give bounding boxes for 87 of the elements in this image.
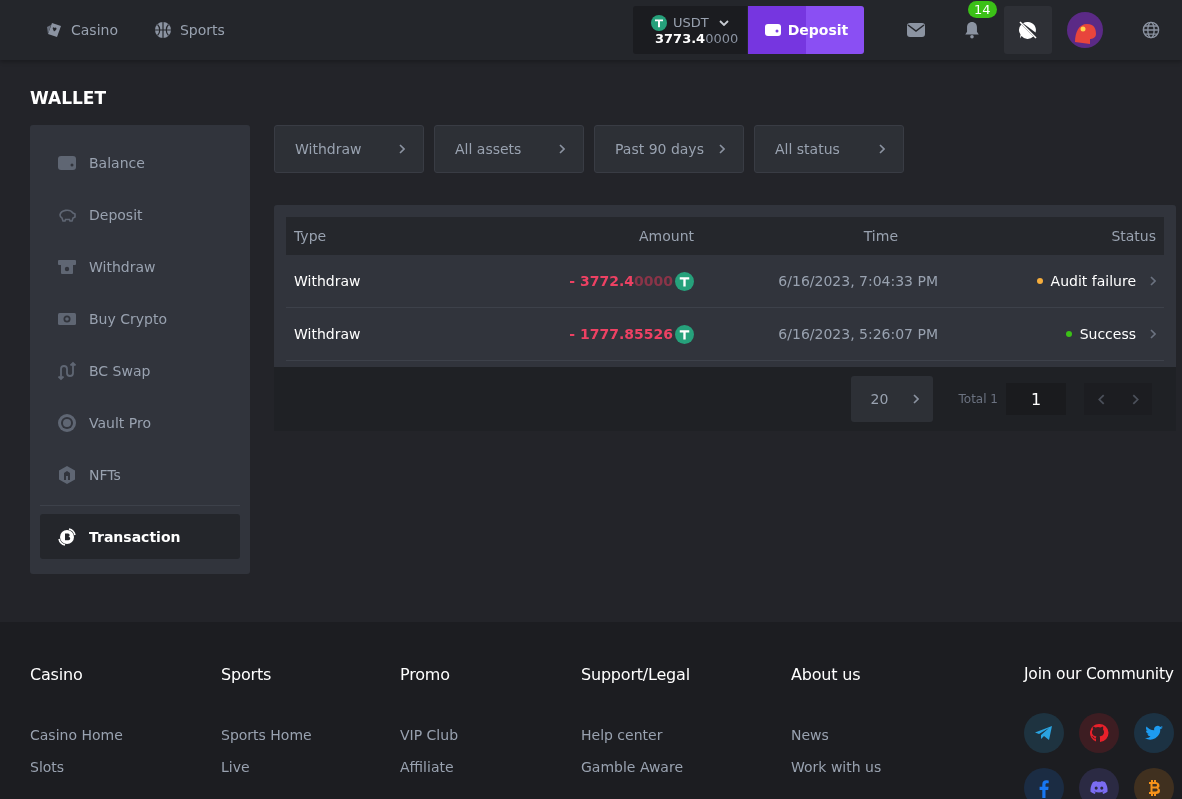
footer-heading: Promo bbox=[400, 665, 451, 685]
balance-amount: 3773.40000 bbox=[654, 30, 740, 46]
swap-arrows-icon bbox=[57, 361, 77, 381]
notification-badge: 14 bbox=[968, 1, 997, 18]
avatar[interactable] bbox=[1067, 12, 1103, 48]
nav-link[interactable]: Casino bbox=[45, 21, 118, 39]
type-cell-text: Withdraw bbox=[293, 326, 362, 342]
bell-icon[interactable] bbox=[962, 21, 982, 39]
sidebar-item[interactable]: Transaction bbox=[40, 514, 240, 559]
column-header: Type bbox=[293, 228, 328, 244]
footer-link[interactable]: Gamble Aware bbox=[581, 759, 791, 791]
atm-icon bbox=[57, 257, 77, 277]
footer-link[interactable]: VIP Club bbox=[400, 727, 581, 759]
chevron-right-icon bbox=[879, 144, 885, 154]
amount-cell: - 3772.40000 bbox=[569, 273, 673, 289]
time-cell-text: 6/16/2023, 5:26:07 PM bbox=[777, 326, 939, 342]
footer-link[interactable]: Affiliate bbox=[400, 759, 581, 791]
filter-dropdown[interactable]: Withdraw bbox=[274, 125, 424, 173]
footer-heading: About us bbox=[791, 665, 862, 685]
balance-selector[interactable]: USDT 3773.40000 bbox=[633, 6, 747, 54]
chevron-right-icon bbox=[912, 394, 919, 404]
filter-dropdown[interactable]: Past 90 days bbox=[594, 125, 744, 173]
discord-icon[interactable] bbox=[1079, 768, 1119, 799]
column-header: Time bbox=[862, 228, 899, 244]
github-icon[interactable] bbox=[1079, 713, 1119, 753]
deposit-button[interactable]: Deposit bbox=[748, 6, 864, 54]
globe-icon[interactable] bbox=[1141, 21, 1161, 39]
page-size-dropdown[interactable]: 20 bbox=[850, 376, 933, 422]
footer-link[interactable]: Sports Home bbox=[221, 727, 400, 759]
footer-link[interactable]: Slots bbox=[30, 759, 221, 791]
cards-icon bbox=[45, 21, 63, 39]
time-cell-text: 6/16/2023, 7:04:33 PM bbox=[777, 273, 939, 289]
sidebar-item[interactable]: Buy Crypto bbox=[40, 293, 240, 345]
tether-icon bbox=[675, 324, 694, 344]
chevron-right-icon bbox=[719, 144, 725, 154]
column-header: Status bbox=[1110, 228, 1157, 244]
column-header: Amount bbox=[638, 228, 694, 244]
footer-heading: Sports bbox=[221, 665, 273, 685]
sidebar-item[interactable]: NFTs bbox=[40, 449, 240, 501]
chevron-left-icon bbox=[1097, 393, 1105, 405]
footer-link[interactable]: Help center bbox=[581, 727, 791, 759]
total-count: Total 1 bbox=[958, 392, 998, 406]
chevron-right-icon bbox=[399, 144, 405, 154]
footer-heading: Join our Community bbox=[1024, 665, 1174, 685]
nav-link[interactable]: Sports bbox=[154, 21, 225, 39]
tether-icon bbox=[651, 14, 667, 31]
sidebar-item[interactable]: Withdraw bbox=[40, 241, 240, 293]
facebook-icon[interactable] bbox=[1024, 768, 1064, 799]
chevron-right-icon bbox=[1150, 276, 1156, 286]
hexagon-icon bbox=[57, 465, 77, 485]
footer-link[interactable]: Live bbox=[221, 759, 400, 791]
sidebar-item[interactable]: BC Swap bbox=[40, 345, 240, 397]
footer-heading: Casino bbox=[30, 665, 84, 685]
coin-icon bbox=[57, 526, 77, 547]
mail-icon[interactable] bbox=[906, 21, 926, 39]
twitter-icon[interactable] bbox=[1134, 713, 1174, 753]
page-title: WALLET bbox=[30, 88, 108, 110]
tether-icon bbox=[675, 271, 694, 291]
bitcoin-icon[interactable] bbox=[1134, 768, 1174, 799]
type-cell-text: Withdraw bbox=[293, 273, 362, 289]
basketball-icon bbox=[154, 21, 172, 39]
wallet-icon bbox=[57, 153, 77, 173]
wallet-icon bbox=[763, 22, 782, 38]
footer-link[interactable]: News bbox=[791, 727, 1024, 759]
chevron-down-icon bbox=[718, 19, 729, 26]
table-row[interactable]: Withdraw - 3772.40000 6/16/2023, 7:04:33 PM Audit failure bbox=[286, 255, 1164, 308]
status-cell: Success bbox=[1079, 326, 1136, 342]
status-cell: Audit failure bbox=[1050, 273, 1136, 289]
chat-button[interactable] bbox=[1004, 6, 1052, 54]
currency-label: USDT bbox=[673, 15, 709, 30]
footer-heading: Support/Legal bbox=[581, 665, 691, 685]
filter-dropdown[interactable]: All status bbox=[754, 125, 904, 173]
footer-link[interactable]: Casino Home bbox=[30, 727, 221, 759]
chevron-right-icon bbox=[1150, 329, 1156, 339]
footer-link[interactable]: Work with us bbox=[791, 759, 1024, 791]
amount-cell: - 1777.85526 bbox=[569, 326, 673, 342]
chevron-right-icon bbox=[1131, 393, 1139, 405]
vault-icon bbox=[57, 413, 77, 433]
sidebar-item[interactable]: Balance bbox=[40, 137, 240, 189]
table-row[interactable]: Withdraw - 1777.85526 6/16/2023, 5:26:07 PM Success bbox=[286, 308, 1164, 361]
chat-off-icon bbox=[1018, 20, 1038, 40]
chevron-right-icon bbox=[559, 144, 565, 154]
page-number[interactable]: 1 bbox=[1006, 383, 1066, 415]
sidebar-item[interactable]: Deposit bbox=[40, 189, 240, 241]
telegram-icon[interactable] bbox=[1024, 713, 1064, 753]
filter-dropdown[interactable]: All assets bbox=[434, 125, 584, 173]
sidebar-item[interactable]: Vault Pro bbox=[40, 397, 240, 449]
